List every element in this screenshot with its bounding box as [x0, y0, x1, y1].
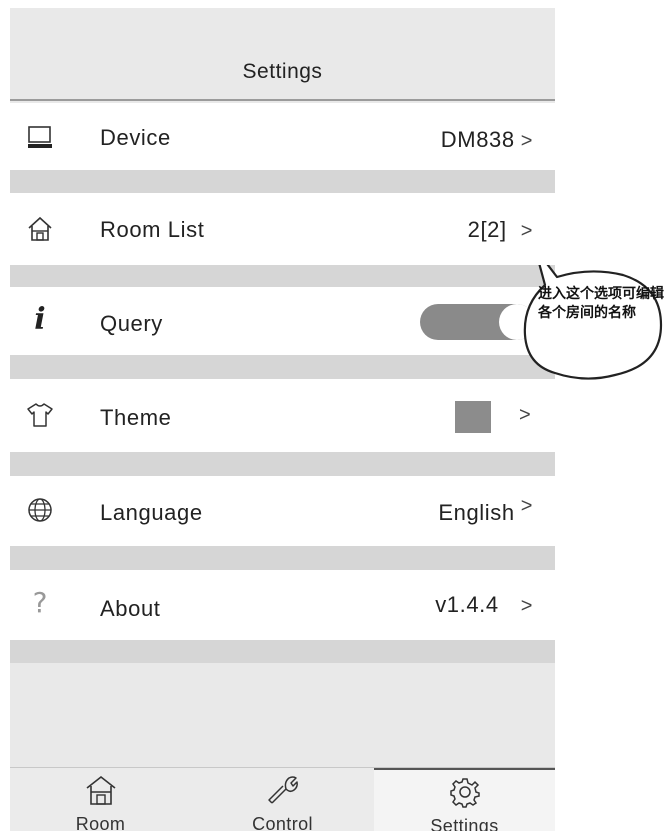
room-list-value: 2[2] — [467, 217, 507, 242]
chevron-right-icon: > — [520, 495, 533, 517]
section-divider — [10, 170, 555, 193]
row-label-room-list: Room List — [100, 217, 205, 242]
section-divider — [10, 355, 555, 379]
page-title: Settings — [242, 60, 323, 83]
globe-icon — [26, 496, 54, 524]
row-label-about: About — [100, 596, 161, 621]
home-icon — [84, 774, 118, 806]
row-label-language: Language — [100, 500, 203, 525]
chevron-right-icon: > — [519, 404, 531, 426]
row-value-language: English > — [438, 495, 533, 526]
tab-label-room: Room — [75, 814, 126, 831]
tab-settings[interactable]: Settings — [374, 768, 555, 831]
tab-control[interactable]: Control — [192, 768, 373, 831]
wrench-icon — [266, 774, 300, 806]
theme-color-swatch — [455, 401, 491, 433]
tab-room[interactable]: Room — [10, 768, 191, 831]
chevron-right-icon: > — [520, 595, 533, 617]
info-icon: i — [34, 301, 46, 337]
section-divider — [10, 452, 555, 476]
section-divider — [10, 640, 555, 663]
device-value: DM838 — [440, 127, 515, 152]
gear-icon — [448, 776, 482, 808]
section-divider — [10, 265, 555, 287]
question-icon: ? — [32, 585, 48, 619]
row-label-device: Device — [100, 125, 171, 150]
section-divider — [10, 546, 555, 570]
settings-row-about[interactable]: ? About v1.4.4 > — [10, 570, 555, 640]
row-label-query: Query — [100, 311, 163, 336]
chevron-right-icon: > — [520, 220, 533, 242]
tab-label-settings: Settings — [430, 816, 499, 831]
bottom-tab-bar: Room Control Settings — [10, 767, 555, 831]
row-value-room-list: 2[2] > — [468, 217, 533, 243]
shirt-icon — [26, 401, 54, 429]
settings-screen: Settings Device DM838 > Room List 2[2] > i… — [10, 8, 555, 831]
settings-row-language[interactable]: Language English > — [10, 476, 555, 546]
row-label-theme: Theme — [100, 405, 172, 430]
settings-row-theme[interactable]: Theme > — [10, 379, 555, 452]
chevron-right-icon: > — [520, 130, 533, 152]
settings-row-device[interactable]: Device DM838 > — [10, 103, 555, 170]
annotation-callout-bubble — [523, 265, 663, 380]
tab-label-control: Control — [252, 814, 313, 831]
settings-row-query: i Query — [10, 287, 555, 355]
annotation-callout-text: 进入这个选项可编辑各个房间的名称 — [538, 286, 664, 321]
settings-row-room-list[interactable]: Room List 2[2] > — [10, 193, 555, 265]
header-bar: Settings — [10, 8, 555, 101]
monitor-icon — [26, 123, 54, 151]
home-icon — [26, 215, 54, 243]
language-value: English — [438, 500, 515, 525]
row-value-about: v1.4.4 > — [435, 592, 533, 618]
row-value-device: DM838 > — [441, 127, 533, 153]
about-value: v1.4.4 — [435, 592, 499, 617]
